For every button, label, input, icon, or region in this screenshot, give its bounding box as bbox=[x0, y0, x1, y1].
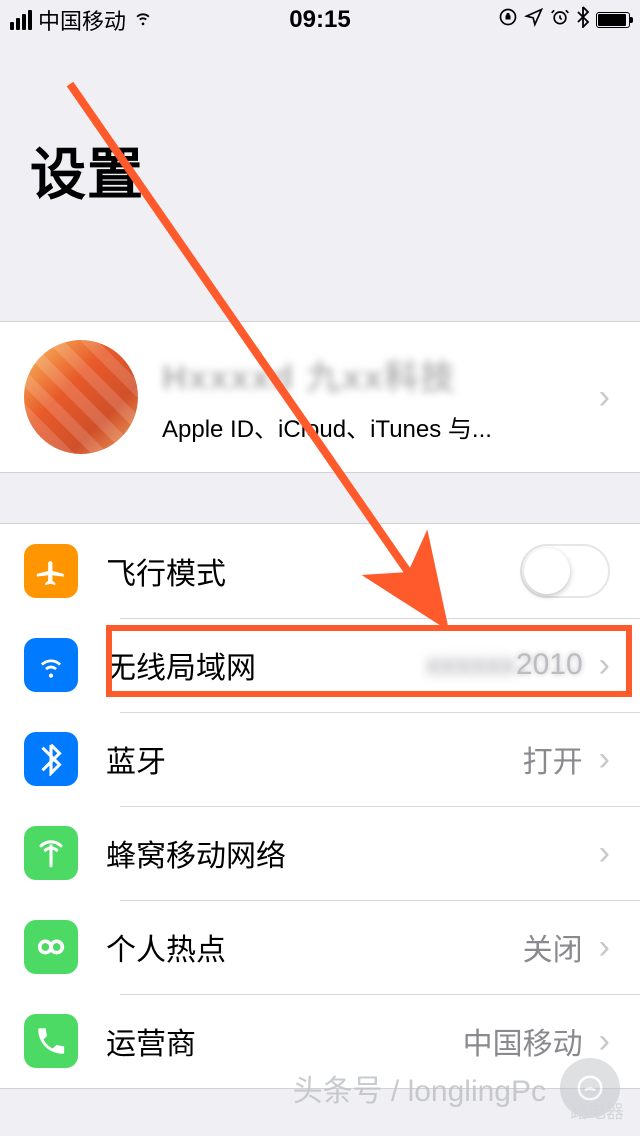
watermark-text: 头条号 / longlingPc bbox=[293, 1066, 546, 1110]
chevron-right-icon: › bbox=[599, 378, 610, 417]
bluetooth-value: 打开 bbox=[523, 737, 583, 781]
cellular-row[interactable]: 蜂窝移动网络 › bbox=[0, 806, 640, 900]
chevron-right-icon: › bbox=[599, 1022, 610, 1061]
wifi-value: xxxxxx2010 bbox=[426, 648, 583, 682]
status-bar: 中国移动 09:15 bbox=[0, 0, 640, 40]
wifi-icon bbox=[24, 638, 78, 692]
bluetooth-status-icon bbox=[576, 6, 590, 34]
battery-icon bbox=[596, 12, 630, 28]
alarm-icon bbox=[550, 7, 570, 33]
status-time: 09:15 bbox=[289, 6, 350, 34]
hotspot-label: 个人热点 bbox=[106, 925, 523, 969]
account-texts: Hxxxxd 九xx科技 Apple ID、iCloud、iTunes 与... bbox=[162, 350, 589, 444]
status-right bbox=[498, 6, 630, 34]
airplane-label: 飞行模式 bbox=[106, 549, 520, 593]
location-icon bbox=[524, 7, 544, 33]
bluetooth-row[interactable]: 蓝牙 打开 › bbox=[0, 712, 640, 806]
airplane-toggle[interactable] bbox=[520, 544, 610, 598]
hotspot-icon bbox=[24, 920, 78, 974]
page-header: 设置 bbox=[0, 40, 640, 231]
wifi-label: 无线局域网 bbox=[106, 643, 426, 687]
account-group: Hxxxxd 九xx科技 Apple ID、iCloud、iTunes 与...… bbox=[0, 321, 640, 473]
account-subtitle: Apple ID、iCloud、iTunes 与... bbox=[162, 409, 589, 444]
account-name: Hxxxxd 九xx科技 bbox=[162, 350, 589, 399]
bluetooth-icon bbox=[24, 732, 78, 786]
airplane-mode-row[interactable]: 飞行模式 bbox=[0, 524, 640, 618]
watermark-badge-text: 路电器 bbox=[570, 1098, 624, 1124]
orientation-lock-icon bbox=[498, 7, 518, 33]
page-title: 设置 bbox=[30, 130, 610, 211]
chevron-right-icon: › bbox=[599, 928, 610, 967]
signal-icon bbox=[10, 10, 32, 30]
carrier-value: 中国移动 bbox=[463, 1019, 583, 1063]
status-left: 中国移动 bbox=[10, 4, 154, 36]
cellular-icon bbox=[24, 826, 78, 880]
hotspot-value: 关闭 bbox=[523, 925, 583, 969]
network-group: 飞行模式 无线局域网 xxxxxx2010 › 蓝牙 打开 › 蜂窝移动网络 ›… bbox=[0, 523, 640, 1089]
carrier-row-label: 运营商 bbox=[106, 1019, 463, 1063]
chevron-right-icon: › bbox=[599, 740, 610, 779]
cellular-label: 蜂窝移动网络 bbox=[106, 831, 589, 875]
carrier-label: 中国移动 bbox=[38, 4, 126, 36]
wifi-status-icon bbox=[132, 6, 154, 34]
chevron-right-icon: › bbox=[599, 834, 610, 873]
airplane-icon bbox=[24, 544, 78, 598]
phone-icon bbox=[24, 1014, 78, 1068]
apple-id-row[interactable]: Hxxxxd 九xx科技 Apple ID、iCloud、iTunes 与...… bbox=[0, 322, 640, 472]
bluetooth-label: 蓝牙 bbox=[106, 737, 523, 781]
avatar bbox=[24, 340, 138, 454]
hotspot-row[interactable]: 个人热点 关闭 › bbox=[0, 900, 640, 994]
chevron-right-icon: › bbox=[599, 646, 610, 685]
watermark: 头条号 / longlingPc 路电器 bbox=[293, 1058, 620, 1118]
wifi-row[interactable]: 无线局域网 xxxxxx2010 › bbox=[0, 618, 640, 712]
